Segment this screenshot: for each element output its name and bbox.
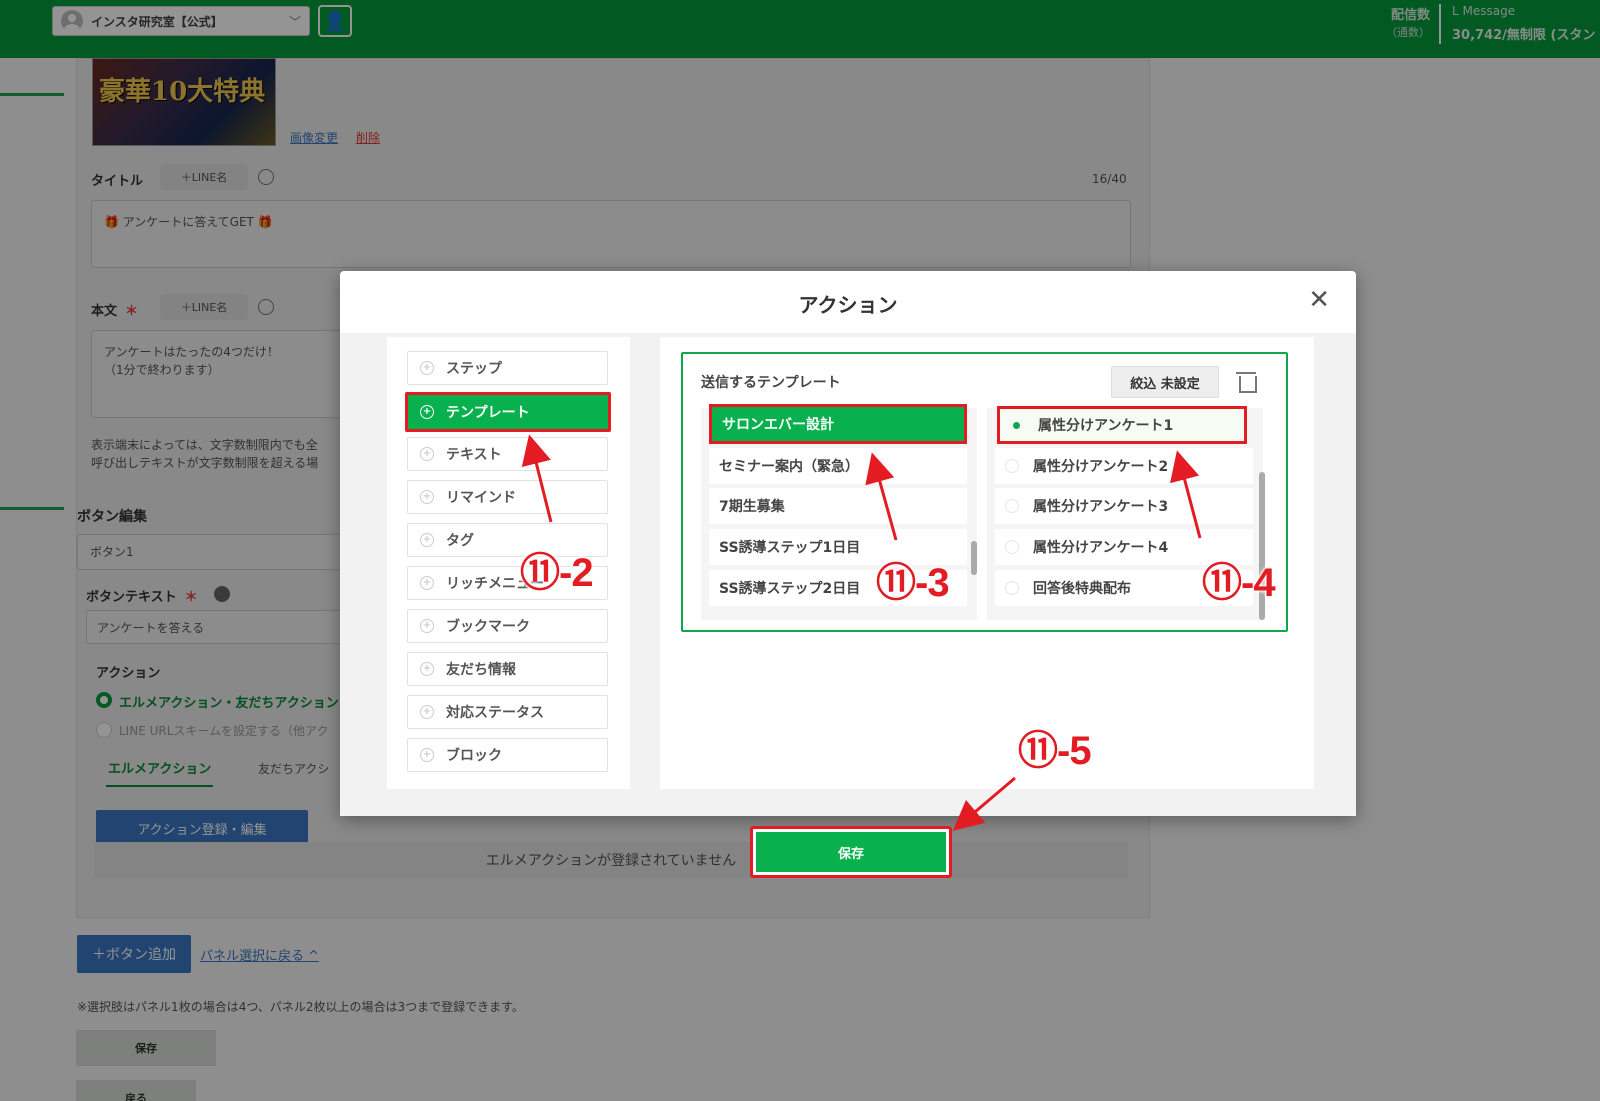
menu-item-remind[interactable]: + リマインド <box>407 480 608 514</box>
radio-dot <box>1005 581 1019 595</box>
plus-icon: + <box>420 619 434 633</box>
close-icon[interactable]: ✕ <box>1308 285 1330 315</box>
menu-item-step[interactable]: + ステップ <box>407 351 608 385</box>
radio-dot <box>1010 418 1024 432</box>
modal-title: アクション <box>798 293 898 317</box>
annotation-step-4: ⑪-4 <box>1202 561 1276 605</box>
plus-icon: + <box>420 748 434 762</box>
action-type-menu: + ステップ + テンプレート + テキスト + リマインド + タグ + リッチメニュー … <box>387 337 630 789</box>
filter-button[interactable]: 絞込 未設定 <box>1111 366 1219 398</box>
menu-item-template[interactable]: + テンプレート <box>405 392 611 432</box>
annotation-step-5: ⑪-5 <box>1018 729 1092 773</box>
folder-item[interactable]: セミナー案内（緊急） <box>709 448 967 484</box>
annotation-step-3: ⑪-3 <box>876 561 950 605</box>
template-label: 送信するテンプレート <box>701 375 841 391</box>
plus-icon: + <box>420 662 434 676</box>
plus-icon: + <box>420 533 434 547</box>
radio-dot <box>1005 540 1019 554</box>
annotation-step-2: ⑪-2 <box>520 551 594 595</box>
trash-icon[interactable] <box>1236 372 1257 393</box>
scrollbar[interactable] <box>971 541 977 575</box>
modal-save-button[interactable]: 保存 <box>750 826 952 878</box>
template-selector: 送信するテンプレート 絞込 未設定 サロンエバー設計 セミナー案内（緊急） 7期… <box>681 352 1288 632</box>
plus-icon: + <box>420 705 434 719</box>
folder-item[interactable]: 7期生募集 <box>709 488 967 524</box>
plus-icon: + <box>420 490 434 504</box>
radio-dot <box>1005 459 1019 473</box>
template-item[interactable]: 属性分けアンケート3 <box>995 488 1253 524</box>
plus-icon: + <box>420 576 434 590</box>
plus-icon: + <box>420 447 434 461</box>
menu-item-friend-info[interactable]: + 友だち情報 <box>407 652 608 686</box>
template-item[interactable]: 属性分けアンケート2 <box>995 448 1253 484</box>
menu-item-bookmark[interactable]: + ブックマーク <box>407 609 608 643</box>
radio-dot <box>1005 499 1019 513</box>
menu-item-status[interactable]: + 対応ステータス <box>407 695 608 729</box>
menu-item-block[interactable]: + ブロック <box>407 738 608 772</box>
folder-item[interactable]: サロンエバー設計 <box>709 404 967 444</box>
template-item[interactable]: 属性分けアンケート1 <box>997 406 1247 444</box>
plus-icon: + <box>420 361 434 375</box>
action-modal: アクション ✕ + ステップ + テンプレート + テキスト + リマインド + タグ +… <box>340 271 1356 816</box>
plus-icon: + <box>420 405 434 419</box>
menu-item-text[interactable]: + テキスト <box>407 437 608 471</box>
